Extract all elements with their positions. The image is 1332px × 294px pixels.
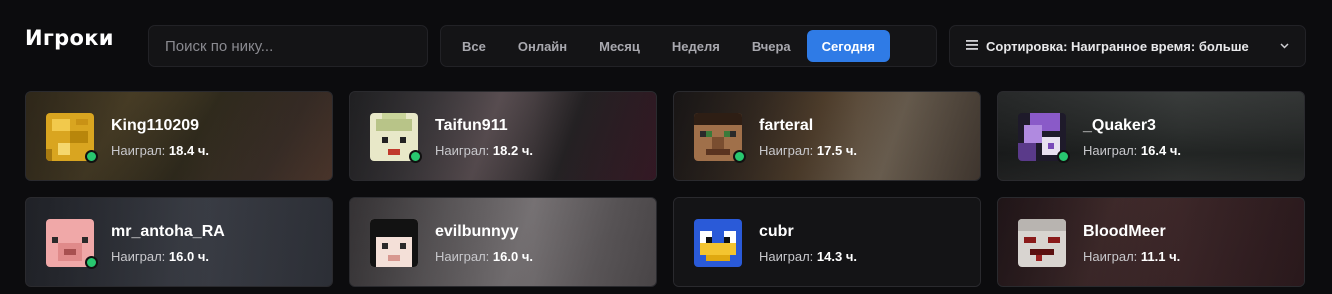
period-filter-group: Все Онлайн Месяц Неделя Вчера Сегодня — [440, 25, 937, 67]
played-time: Наиграл: 16.0 ч. — [435, 249, 533, 264]
online-status-dot — [85, 256, 98, 269]
player-name: evilbunnyy — [435, 223, 519, 240]
played-time: Наиграл: 16.4 ч. — [1083, 143, 1181, 158]
played-time: Наиграл: 11.1 ч. — [1083, 249, 1181, 264]
online-status-dot — [1057, 150, 1070, 163]
player-avatar — [370, 219, 418, 267]
played-time: Наиграл: 16.0 ч. — [111, 249, 209, 264]
player-name: mr_antoha_RA — [111, 223, 225, 240]
player-card[interactable]: cubr Наиграл: 14.3 ч. — [673, 197, 981, 287]
chevron-down-icon — [1280, 40, 1289, 52]
played-time: Наиграл: 17.5 ч. — [759, 143, 857, 158]
played-time: Наиграл: 18.2 ч. — [435, 143, 533, 158]
player-card[interactable]: King110209 Наиграл: 18.4 ч. — [25, 91, 333, 181]
player-card[interactable]: Taifun911 Наиграл: 18.2 ч. — [349, 91, 657, 181]
online-status-dot — [85, 150, 98, 163]
player-card[interactable]: mr_antoha_RA Наиграл: 16.0 ч. — [25, 197, 333, 287]
filter-yesterday[interactable]: Вчера — [736, 30, 807, 62]
player-name: cubr — [759, 223, 794, 240]
sort-dropdown[interactable]: Сортировка: Наигранное время: больше — [949, 25, 1306, 67]
sort-label: Сортировка: Наигранное время: больше — [986, 38, 1249, 54]
filter-month[interactable]: Месяц — [583, 30, 656, 62]
player-card[interactable]: _Quaker3 Наиграл: 16.4 ч. — [997, 91, 1305, 181]
search-box[interactable] — [148, 25, 428, 67]
filter-week[interactable]: Неделя — [656, 30, 736, 62]
online-status-dot — [409, 150, 422, 163]
player-card[interactable]: farteral Наиграл: 17.5 ч. — [673, 91, 981, 181]
players-grid: King110209 Наиграл: 18.4 ч. Taifun911 На… — [25, 91, 1306, 291]
filter-today[interactable]: Сегодня — [806, 30, 890, 62]
played-time: Наиграл: 18.4 ч. — [111, 143, 209, 158]
page-title: Игроки — [25, 26, 114, 50]
player-name: King110209 — [111, 117, 200, 134]
player-name: Taifun911 — [435, 117, 508, 134]
player-card[interactable]: BloodMeer Наиграл: 11.1 ч. — [997, 197, 1305, 287]
player-avatar — [1018, 219, 1066, 267]
search-input[interactable] — [165, 37, 411, 55]
online-status-dot — [733, 150, 746, 163]
player-avatar — [694, 219, 742, 267]
played-time: Наиграл: 14.3 ч. — [759, 249, 857, 264]
player-card[interactable]: evilbunnyy Наиграл: 16.0 ч. — [349, 197, 657, 287]
filter-all[interactable]: Все — [446, 30, 502, 62]
top-bar: Игроки Все Онлайн Месяц Неделя Вчера Сег… — [0, 0, 1332, 90]
player-name: farteral — [759, 117, 814, 134]
player-name: BloodMeer — [1083, 223, 1166, 240]
filter-online[interactable]: Онлайн — [502, 30, 583, 62]
list-icon — [966, 39, 978, 53]
player-name: _Quaker3 — [1083, 117, 1156, 134]
